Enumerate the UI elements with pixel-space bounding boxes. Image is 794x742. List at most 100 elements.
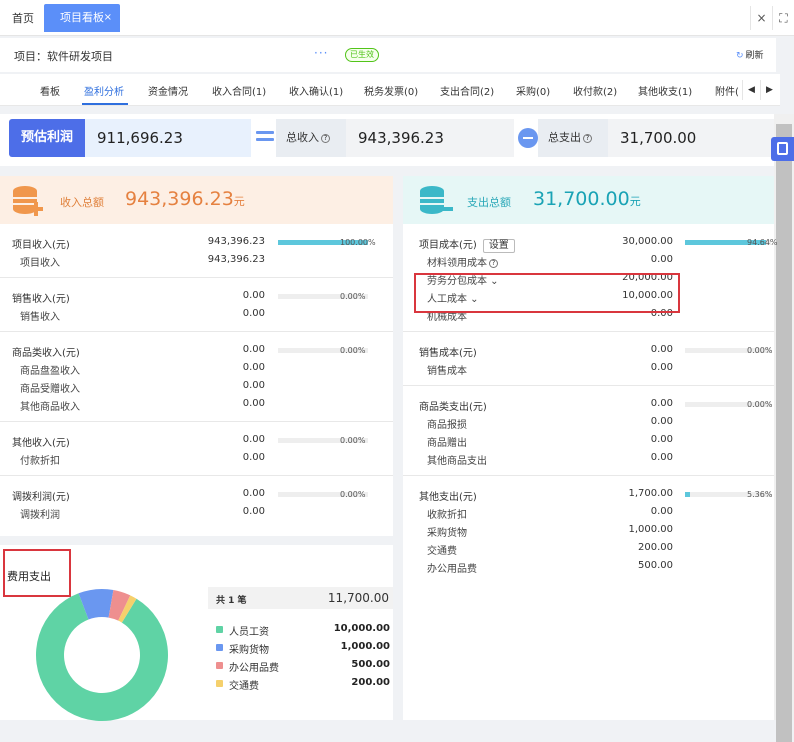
sub-item-value: 200.00 xyxy=(638,542,673,553)
income-header: 收入总额 943,396.23元 xyxy=(0,176,393,224)
tab-nav-item[interactable]: 附件( xyxy=(715,83,739,98)
divider xyxy=(403,385,774,386)
tab-nav-item[interactable]: 支出合同(2) xyxy=(440,83,494,98)
tabs-prev-icon[interactable]: ◀ xyxy=(742,80,760,100)
sub-item-value: 0.00 xyxy=(650,362,673,373)
group-value: 30,000.00 xyxy=(622,236,673,247)
group-label: 商品类支出(元) xyxy=(419,398,487,413)
group-label-text: 其他收入(元) xyxy=(12,438,70,449)
fee-donut-chart xyxy=(35,589,169,721)
sub-item-text: 其他商品收入 xyxy=(20,402,80,413)
tab-bar: 首页 项目看板 × × ⛶ xyxy=(0,0,794,36)
group-percent: 94.64% xyxy=(747,238,778,247)
fee-summary-row: 共 1 笔 11,700.00 xyxy=(208,587,393,609)
group-label-text: 销售成本(元) xyxy=(419,348,477,359)
tab-nav-item[interactable]: 税务发票(0) xyxy=(364,83,418,98)
tab-nav-item[interactable]: 资金情况 xyxy=(148,83,188,98)
sub-item-text: 商品盘盈收入 xyxy=(20,366,80,377)
group-percent: 0.00% xyxy=(747,346,773,355)
tab-nav-item[interactable]: 收入合同(1) xyxy=(212,83,266,98)
income-total: 943,396.23元 xyxy=(125,188,245,210)
sub-item-text: 调拨利润 xyxy=(20,510,60,521)
sub-item-value: 0.00 xyxy=(650,506,673,517)
status-badge: 已生效 xyxy=(345,48,379,62)
help-icon[interactable]: ? xyxy=(489,259,498,268)
divider xyxy=(403,331,774,332)
more-icon[interactable]: ··· xyxy=(314,46,328,60)
group-label: 销售成本(元) xyxy=(419,344,477,359)
fee-section: 费用支出 共 1 笔 11,700.00 人员工资 10,000.00 采购货物 1,… xyxy=(0,545,393,721)
expense-label-box: 总支出? xyxy=(538,119,608,157)
close-all-icon[interactable]: × xyxy=(750,6,772,30)
expense-title: 支出总额 xyxy=(467,196,511,209)
divider xyxy=(0,475,393,476)
tab-nav-item[interactable]: 盈利分析 xyxy=(84,83,124,98)
group-label-text: 销售收入(元) xyxy=(12,294,70,305)
group-label: 商品类收入(元) xyxy=(12,344,80,359)
refresh-button[interactable]: ↻ 刷新 xyxy=(736,48,764,61)
legend-swatch xyxy=(216,644,223,651)
group-value: 1,700.00 xyxy=(628,488,673,499)
sub-item-value: 0.00 xyxy=(242,398,265,409)
tab-project-board[interactable]: 项目看板 × xyxy=(44,4,120,32)
tabs-next-icon[interactable]: ▶ xyxy=(760,80,778,100)
edit-note-icon[interactable] xyxy=(771,137,794,161)
sub-item-text: 销售收入 xyxy=(20,312,60,323)
sub-item-label: 付款折扣 xyxy=(20,452,60,467)
settings-button[interactable]: 设置 xyxy=(482,239,515,253)
sub-item-value: 943,396.23 xyxy=(207,254,265,265)
sub-item-label: 材料领用成本? xyxy=(427,254,498,269)
group-percent: 0.00% xyxy=(747,400,773,409)
close-icon[interactable]: × xyxy=(104,4,112,32)
sub-item-text: 材料领用成本 xyxy=(427,258,487,269)
group-value: 0.00 xyxy=(242,290,265,301)
sub-item-text: 采购货物 xyxy=(427,528,467,539)
help-icon[interactable]: ? xyxy=(583,134,592,143)
divider xyxy=(403,475,774,476)
group-value: 0.00 xyxy=(650,398,673,409)
sub-item-label: 项目收入 xyxy=(20,254,60,269)
tab-project-board-label: 项目看板 xyxy=(60,11,104,24)
sub-item-text: 商品受赠收入 xyxy=(20,384,80,395)
group-label: 项目成本(元) 设置 xyxy=(419,236,515,253)
help-icon[interactable]: ? xyxy=(321,134,330,143)
tab-nav-item[interactable]: 采购(0) xyxy=(516,83,550,98)
sub-item-label: 商品盘盈收入 xyxy=(20,362,80,377)
sub-item-label: 采购货物 xyxy=(427,524,467,539)
scrollbar-thumb[interactable] xyxy=(776,124,792,742)
income-total-value: 943,396.23 xyxy=(125,188,234,210)
sub-item-label: 收款折扣 xyxy=(427,506,467,521)
tab-nav-item[interactable]: 其他收支(1) xyxy=(638,83,692,98)
sub-item-text: 商品报损 xyxy=(427,420,467,431)
sub-item-text: 销售成本 xyxy=(427,366,467,377)
group-label-text: 调拨利润(元) xyxy=(12,492,70,503)
tab-nav-item[interactable]: 收入确认(1) xyxy=(289,83,343,98)
sub-item-label: 交通费 xyxy=(427,542,457,557)
group-label: 其他支出(元) xyxy=(419,488,477,503)
legend-value: 10,000.00 xyxy=(333,623,390,634)
group-percent: 0.00% xyxy=(340,490,366,499)
maximize-icon[interactable]: ⛶ xyxy=(772,6,794,30)
group-label: 调拨利润(元) xyxy=(12,488,70,503)
group-percent: 100.00% xyxy=(340,238,376,247)
tab-nav-item[interactable]: 收付款(2) xyxy=(573,83,617,98)
sub-item-value: 500.00 xyxy=(638,560,673,571)
sub-item-value: 0.00 xyxy=(650,416,673,427)
group-percent: 0.00% xyxy=(340,346,366,355)
sub-item-label: 商品赠出 xyxy=(427,434,467,449)
profit-summary: 预估利润 911,696.23 总收入? 943,396.23 总支出? 31,… xyxy=(0,114,774,166)
highlight-box xyxy=(414,273,680,313)
group-percent: 5.36% xyxy=(747,490,773,499)
expense-value: 31,700.00 xyxy=(608,119,774,157)
minus-icon xyxy=(518,128,538,148)
group-label-text: 项目成本(元) xyxy=(419,240,477,251)
project-bar: 项目：软件研发项目 ··· 已生效 ↻ 刷新 xyxy=(0,38,776,72)
group-value: 0.00 xyxy=(242,344,265,355)
tab-nav-item[interactable]: 看板 xyxy=(40,83,60,98)
divider xyxy=(0,421,393,422)
sub-item-value: 0.00 xyxy=(650,434,673,445)
vertical-scrollbar[interactable] xyxy=(774,114,794,742)
sub-item-text: 其他商品支出 xyxy=(427,456,487,467)
tab-home[interactable]: 首页 xyxy=(6,6,40,32)
sub-item-text: 收款折扣 xyxy=(427,510,467,521)
